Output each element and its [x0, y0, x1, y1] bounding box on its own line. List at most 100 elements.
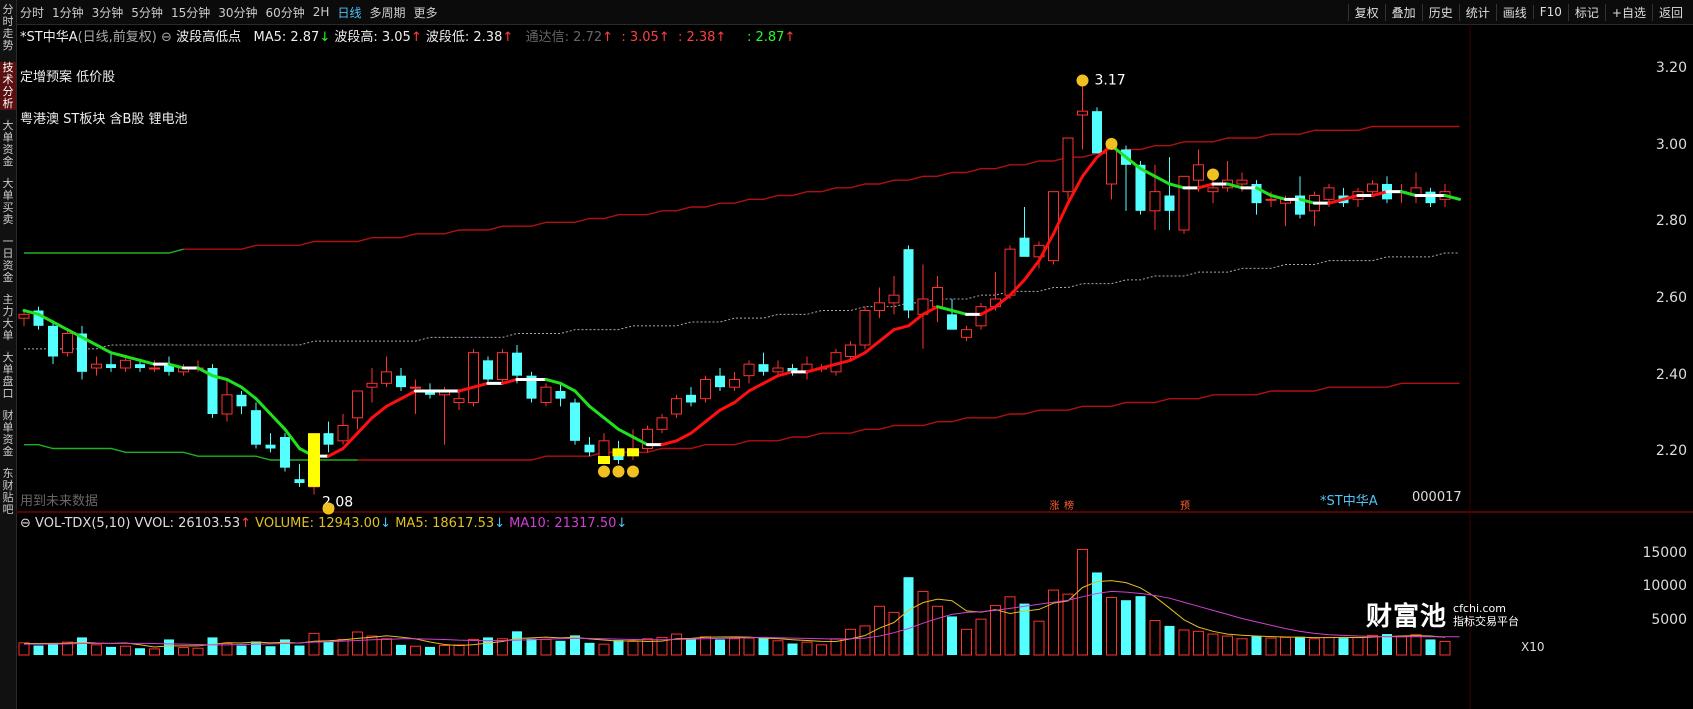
candle-body [787, 368, 798, 372]
volume-bar [106, 646, 116, 655]
ma-line-segment [167, 362, 185, 370]
candle-body [1193, 164, 1204, 181]
toolbar-button[interactable]: +自选 [1604, 3, 1652, 21]
side-tab[interactable]: 主力大单 [0, 294, 16, 342]
volume-tick-label: 15000 [1642, 544, 1687, 561]
candle-body [743, 363, 755, 377]
volume-bar [1207, 633, 1219, 656]
candle-body [917, 298, 929, 315]
period-tab[interactable]: 60分钟 [266, 4, 305, 21]
volume-ma5-value: MA5: 18617.53 [395, 516, 495, 531]
volume-bar [1149, 620, 1161, 656]
volume-bar [700, 636, 711, 656]
ma-line-segment [1371, 190, 1389, 197]
dropdown-icon[interactable]: ⊖ [161, 30, 172, 45]
ma-line-segment [356, 416, 374, 435]
volume-ma10-value: MA10: 21317.50 [509, 516, 617, 531]
period-tab[interactable]: 1分钟 [52, 4, 84, 21]
ma-line-segment [921, 305, 939, 316]
period-tab[interactable]: 15分钟 [171, 4, 210, 21]
volume-indicator-name[interactable]: VOL-TDX(5,10) [35, 516, 130, 531]
volume-bar [758, 637, 769, 655]
candle-body [265, 444, 276, 449]
toolbar-button[interactable]: 返回 [1651, 3, 1689, 21]
volume-bar [1396, 636, 1407, 656]
scale-label: X10 [1521, 640, 1545, 654]
candle-body [366, 382, 378, 388]
toolbar-button[interactable]: 历史 [1421, 3, 1459, 21]
volume-bar [990, 605, 1001, 656]
volume-bar [323, 641, 334, 655]
candle-body [1410, 187, 1422, 196]
toolbar-button[interactable]: 标记 [1567, 3, 1605, 21]
toolbar-button[interactable]: 复权 [1347, 3, 1385, 21]
toolbar-button[interactable]: F10 [1532, 5, 1568, 19]
volume-ma10-line [24, 590, 1460, 646]
candle-body [975, 306, 987, 327]
candle-body [947, 314, 957, 330]
candle-body [1106, 141, 1117, 185]
period-tab[interactable]: 30分钟 [218, 4, 257, 21]
concept-tags-2[interactable]: 粤港澳 ST板块 含B股 锂电池 [20, 108, 188, 127]
ma-line-segment [385, 397, 403, 408]
price-tick-label: 2.40 [1655, 366, 1687, 383]
volume-bar [308, 632, 320, 656]
candle-body [381, 371, 392, 384]
ma-line-segment [747, 381, 765, 393]
candle-body [874, 302, 885, 312]
signal-box [598, 456, 610, 464]
brand-slogan: 指标交易平台 [1453, 614, 1520, 628]
indicator-name[interactable]: 波段高低点 [176, 30, 241, 45]
concept-tags-1[interactable]: 定增预案 低价股 [20, 66, 115, 85]
candle-body [613, 452, 624, 460]
up-arrow-icon: ↑ [658, 30, 670, 45]
ma-line-segment [1095, 144, 1113, 159]
up-arrow-icon: ↑ [602, 30, 614, 45]
side-tab[interactable]: 大单资金 [0, 120, 16, 168]
ma-line-segment [1052, 201, 1070, 236]
volume-bar [91, 644, 102, 656]
volume-bar [1178, 629, 1190, 656]
volume-bar [251, 641, 261, 655]
period-tab[interactable]: 2H [313, 5, 330, 19]
side-tab[interactable]: 财单资金 [0, 410, 16, 458]
ma-line-segment [1124, 155, 1142, 171]
ma-line-segment [269, 412, 287, 431]
candle-body [1207, 187, 1219, 193]
volume-bar [656, 636, 668, 656]
ma-line-segment [109, 351, 127, 358]
period-tab[interactable]: 分时 [20, 4, 44, 21]
volume-bar [280, 639, 290, 655]
volume-bar [1164, 625, 1175, 655]
period-tab[interactable]: 多周期 [369, 4, 405, 21]
toolbar-button[interactable]: 叠加 [1384, 3, 1422, 21]
side-tab[interactable]: 一日资金 [0, 236, 16, 284]
candle-body [715, 375, 725, 388]
toolbar-button[interactable]: 画线 [1495, 3, 1533, 21]
ma-line-segment [733, 389, 751, 404]
side-tab[interactable]: 大单买卖 [0, 178, 16, 226]
side-tab[interactable]: 技术分析 [0, 62, 16, 110]
side-tab[interactable]: 大单盘口 [0, 352, 16, 400]
volume-bar [1222, 635, 1233, 656]
ma-line-segment [1342, 194, 1360, 201]
candle-body [308, 436, 320, 488]
candle-body [1382, 184, 1392, 200]
candle-body [337, 425, 349, 442]
candle-body [859, 310, 871, 346]
period-tab[interactable]: 更多 [413, 4, 437, 21]
candle-body [627, 448, 639, 453]
toolbar-button[interactable]: 统计 [1458, 3, 1496, 21]
volume-bar [1033, 620, 1045, 656]
side-tab[interactable]: 分时走势 [0, 4, 16, 52]
candle-body [729, 379, 740, 388]
period-tab[interactable]: 3分钟 [92, 4, 124, 21]
dropdown-icon[interactable]: ⊖ [20, 516, 31, 531]
period-tab[interactable]: 日线 [337, 4, 361, 21]
ma-line-segment [225, 378, 243, 389]
brand-watermark: 财富池 cfchi.com 指标交易平台 [1366, 596, 1519, 633]
price-tick-label: 2.80 [1655, 213, 1687, 230]
side-tab[interactable]: 东财贴吧 [0, 468, 16, 516]
candle-body [280, 437, 290, 468]
period-tab[interactable]: 5分钟 [131, 4, 163, 21]
